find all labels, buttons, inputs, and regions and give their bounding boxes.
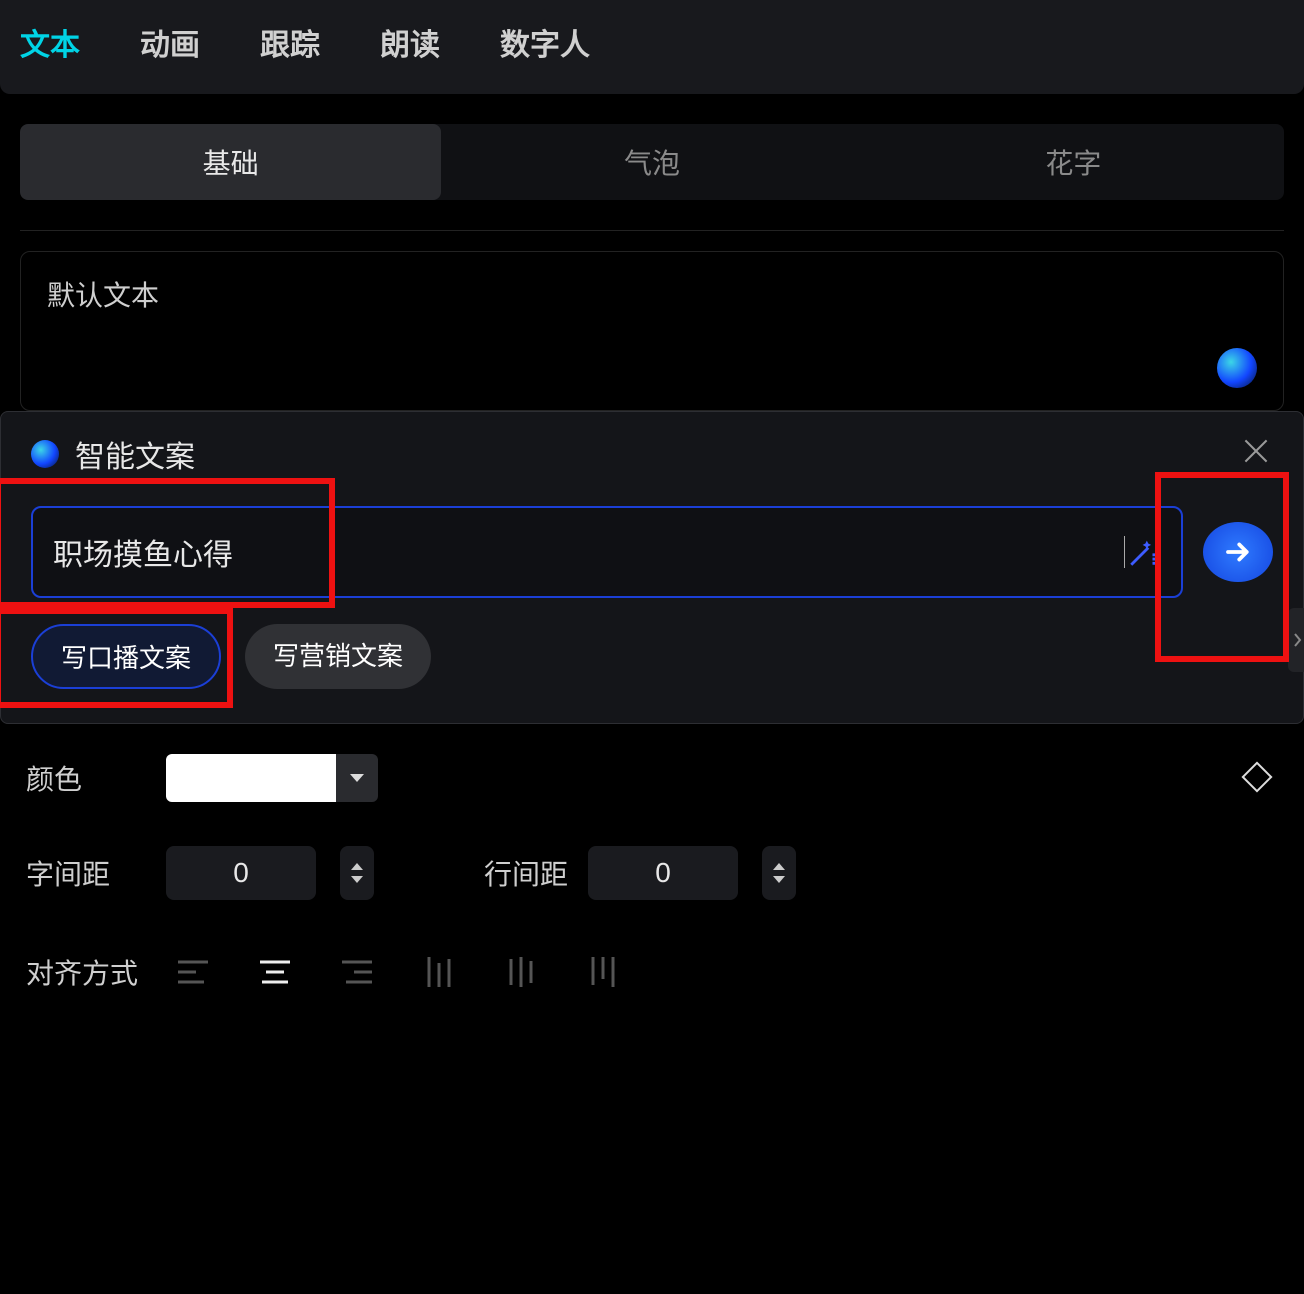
align-center-icon [258,958,292,986]
tab-track[interactable]: 跟踪 [260,20,320,64]
default-text-label: 默认文本 [47,274,1257,314]
sub-tab-bubble[interactable]: 气泡 [441,124,862,200]
smart-copy-panel: 智能文案 写口播文案 写营销文 [0,411,1304,724]
spacing-row: 字间距 0 行间距 0 [26,846,1278,900]
chip-marketing-copy[interactable]: 写营销文案 [245,624,431,689]
top-tab-bar: 文本 动画 跟踪 朗读 数字人 [0,0,1304,94]
line-spacing-stepper[interactable] [762,846,796,900]
chevron-down-icon [350,774,364,782]
sub-tab-basic[interactable]: 基础 [20,124,441,200]
panel-collapse-handle[interactable] [1288,608,1304,672]
tab-text[interactable]: 文本 [20,20,80,64]
align-vertical-right-icon [588,955,618,989]
line-spacing-label: 行间距 [484,853,568,893]
chevron-down-icon [773,876,785,883]
align-row: 对齐方式 [26,944,1278,1000]
chevron-up-icon [351,863,363,870]
smart-copy-title: 智能文案 [75,432,195,476]
magic-wand-icon[interactable] [1127,535,1161,569]
smart-copy-header: 智能文案 [31,432,1283,476]
chevron-down-icon [351,876,363,883]
smart-copy-input[interactable] [53,535,1115,569]
align-left-icon [176,958,210,986]
char-spacing-input[interactable]: 0 [166,846,316,900]
color-label: 颜色 [26,758,146,798]
char-spacing-stepper[interactable] [340,846,374,900]
ai-orb-small-icon [31,440,59,468]
tab-avatar[interactable]: 数字人 [500,20,590,64]
align-right-button[interactable] [322,944,392,1000]
close-icon[interactable] [1239,434,1273,468]
align-center-button[interactable] [240,944,310,1000]
color-swatch[interactable] [166,754,336,802]
align-label: 对齐方式 [26,952,146,992]
chip-broadcast-copy[interactable]: 写口播文案 [31,624,221,689]
chevron-up-icon [773,863,785,870]
align-left-button[interactable] [158,944,228,1000]
char-spacing-label: 字间距 [26,853,146,893]
chevron-right-icon [1292,632,1302,648]
sub-tab-bar: 基础 气泡 花字 [20,124,1284,200]
tab-read[interactable]: 朗读 [380,20,440,64]
align-vertical-left-button[interactable] [404,944,474,1000]
sub-tab-fancy[interactable]: 花字 [863,124,1284,200]
keyframe-diamond-icon[interactable] [1241,761,1272,792]
color-dropdown-toggle[interactable] [336,754,378,802]
tab-animation[interactable]: 动画 [140,20,200,64]
arrow-right-icon [1223,537,1253,567]
submit-arrow-button[interactable] [1203,522,1273,582]
align-vertical-center-icon [506,955,536,989]
color-row: 颜色 [26,754,1278,802]
align-vertical-right-button[interactable] [568,944,638,1000]
ai-orb-icon[interactable] [1217,348,1257,388]
align-vertical-center-button[interactable] [486,944,556,1000]
smart-input-wrap [31,506,1183,598]
divider [20,230,1284,231]
line-spacing-input[interactable]: 0 [588,846,738,900]
default-text-area[interactable]: 默认文本 [20,251,1284,411]
align-right-icon [340,958,374,986]
align-vertical-left-icon [424,955,454,989]
